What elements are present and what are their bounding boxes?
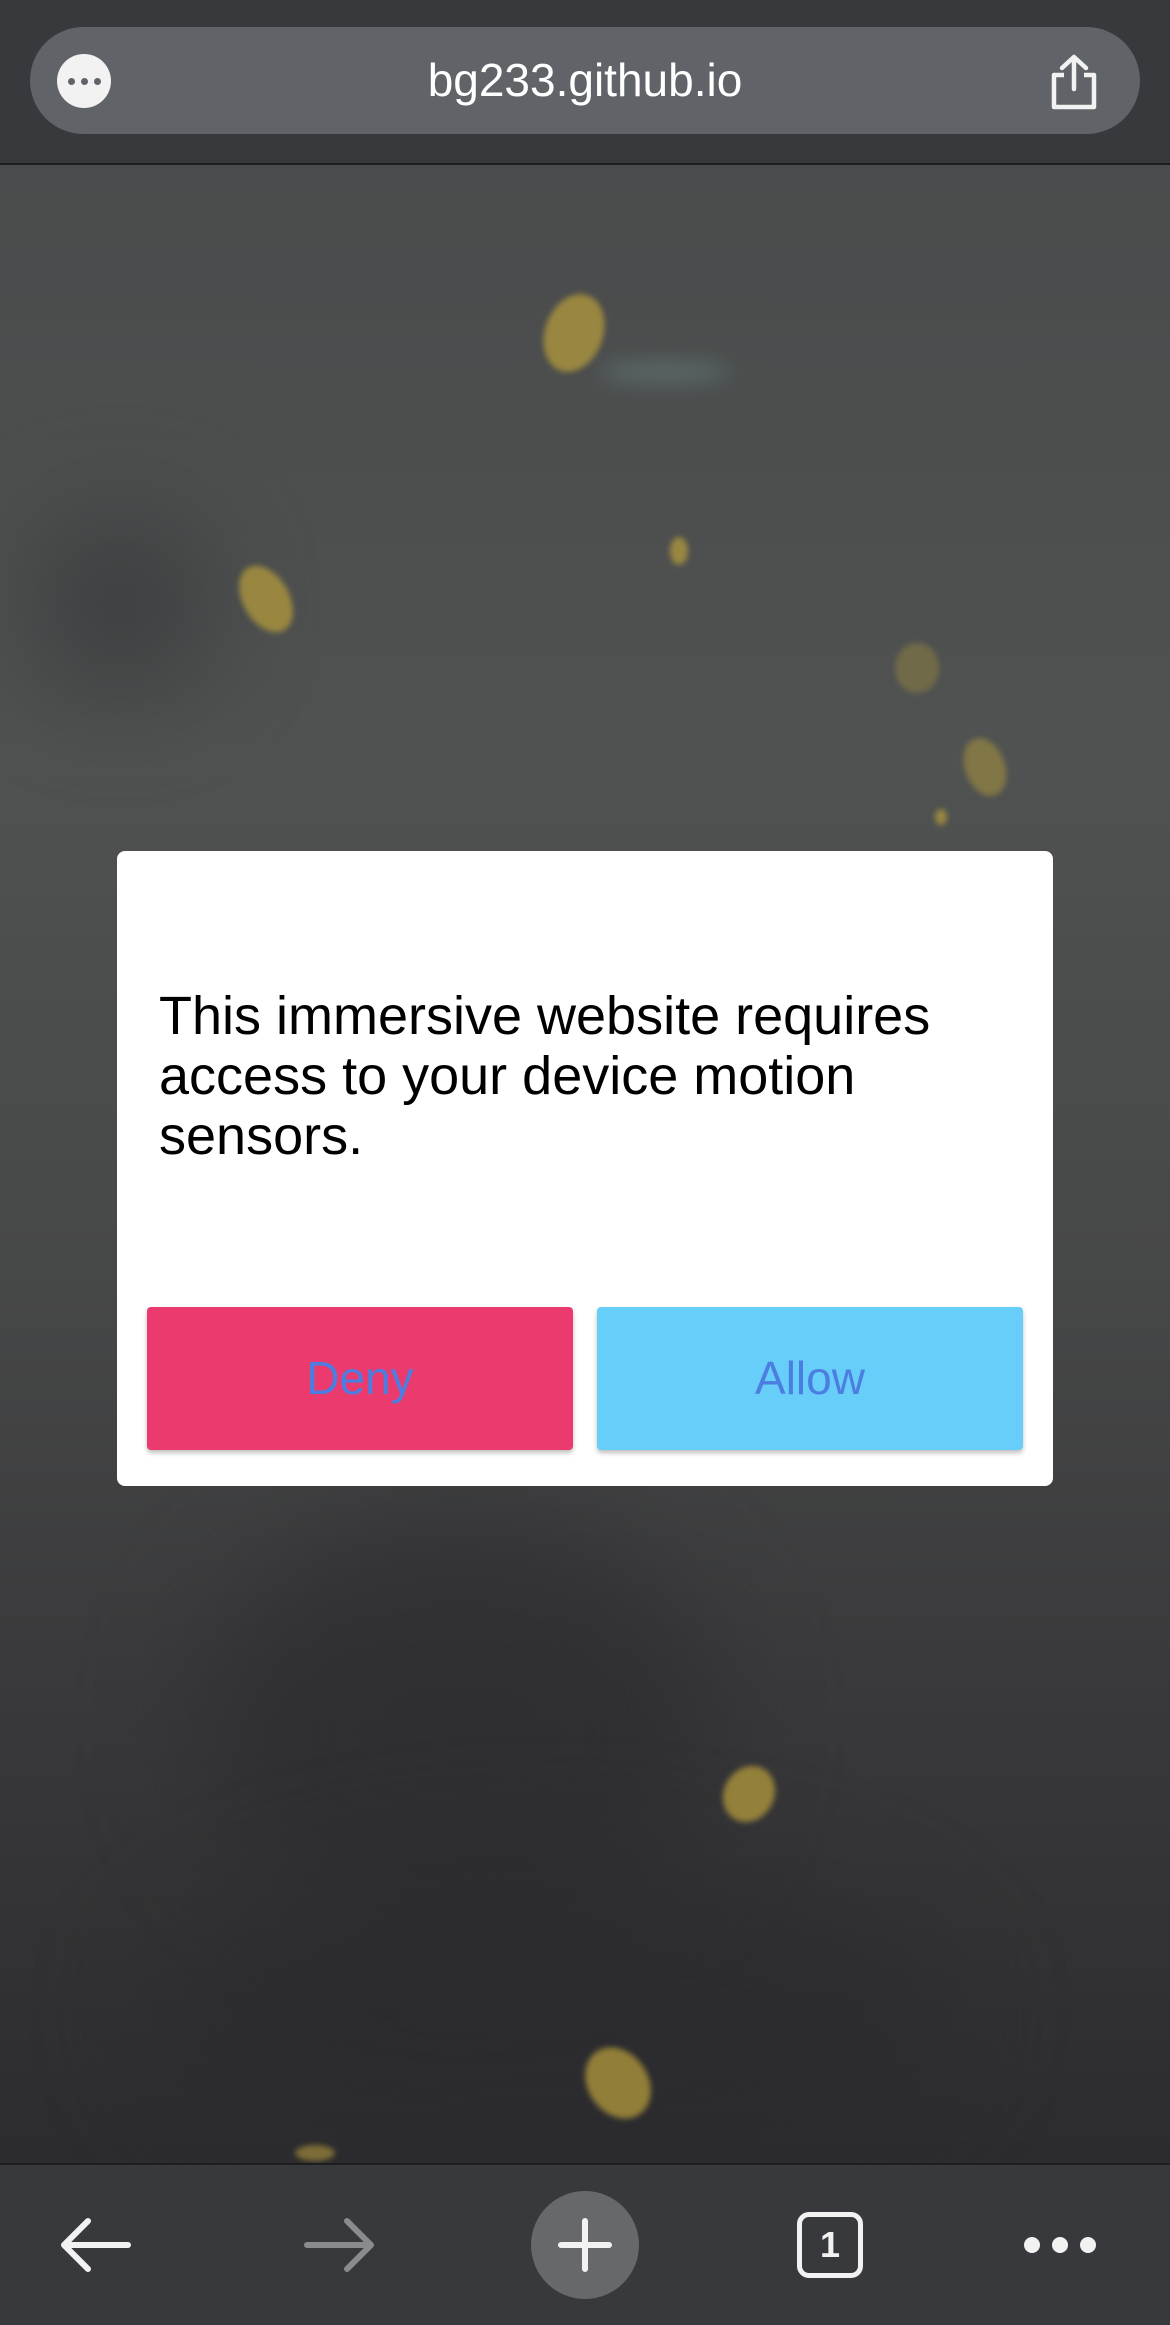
- forward-button[interactable]: [295, 2165, 385, 2325]
- dialog-message: This immersive website requires access t…: [159, 986, 931, 1166]
- url-text[interactable]: bg233.github.io: [30, 27, 1140, 134]
- tab-switcher-button[interactable]: 1: [790, 2165, 870, 2325]
- motion-permission-dialog: This immersive website requires access t…: [117, 851, 1053, 1486]
- share-icon[interactable]: [1046, 53, 1102, 111]
- more-horizontal-icon: [1024, 2237, 1096, 2253]
- browser-top-bar: bg233.github.io: [0, 0, 1170, 165]
- deny-button[interactable]: Deny: [147, 1307, 573, 1450]
- allow-button[interactable]: Allow: [597, 1307, 1023, 1450]
- new-tab-button[interactable]: [531, 2165, 639, 2325]
- arrow-right-icon: [304, 2218, 374, 2272]
- menu-button[interactable]: [1010, 2165, 1110, 2325]
- browser-bottom-toolbar: 1: [0, 2163, 1170, 2325]
- address-bar[interactable]: bg233.github.io: [30, 27, 1140, 134]
- new-tab-circle: [531, 2191, 639, 2299]
- arrow-left-icon: [61, 2218, 131, 2272]
- tab-count-icon: 1: [797, 2212, 863, 2278]
- plus-icon: [558, 2218, 612, 2272]
- back-button[interactable]: [50, 2165, 140, 2325]
